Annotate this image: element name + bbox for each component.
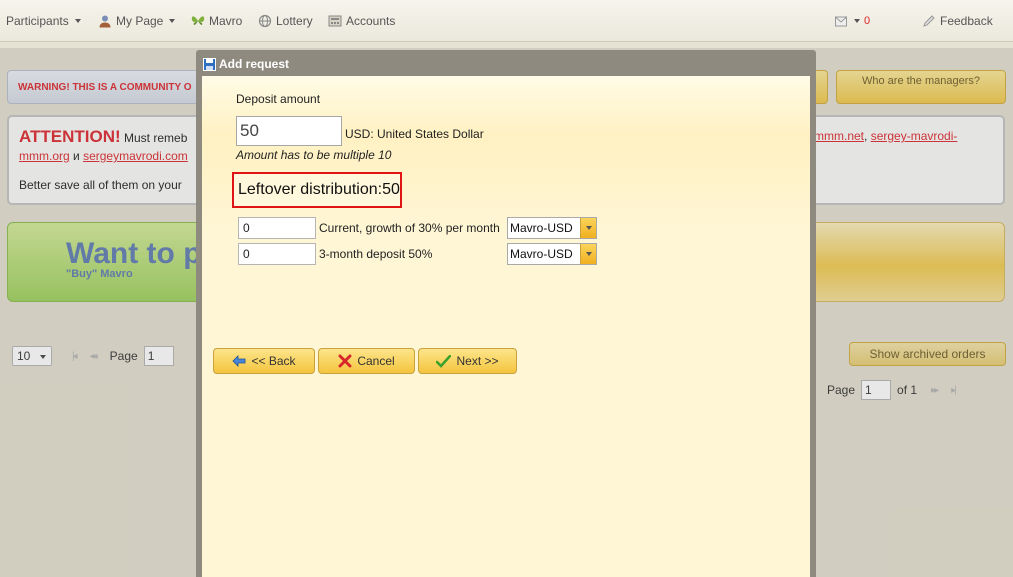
leftover-value: 50 (382, 181, 400, 198)
deposit-amount-input[interactable]: 50 (236, 116, 342, 146)
nav-accounts-label: Accounts (346, 14, 396, 28)
checkmark-icon (436, 354, 452, 368)
next-button[interactable]: Next >> (418, 348, 517, 374)
calculator-icon (328, 15, 342, 27)
nav-participants-label: Participants (6, 14, 69, 28)
dialog-body: Deposit amount 50 USD: United States Dol… (202, 76, 810, 577)
chevron-down-icon (74, 19, 81, 23)
floppy-disk-icon (203, 57, 216, 71)
nav-my-page[interactable]: My Page (98, 13, 176, 29)
envelope-icon (835, 16, 847, 27)
dialog-titlebar[interactable]: Add request (203, 55, 289, 73)
chevron-down-icon (169, 19, 176, 23)
nav-lottery-label: Lottery (276, 14, 313, 28)
top-navigation: Participants My Page Mavro Lottery Accou… (0, 0, 1013, 42)
nav-participants[interactable]: Participants (6, 13, 81, 29)
deposit-3m-amount-value: 0 (243, 247, 250, 261)
add-request-dialog: Add request Deposit amount 50 USD: Unite… (196, 50, 816, 577)
growth-30-currency-value: Mavro-USD (510, 221, 573, 235)
nav-mavro[interactable]: Mavro (191, 13, 242, 29)
deposit-3m-amount-input[interactable]: 0 (238, 243, 316, 265)
close-icon (338, 354, 352, 368)
chevron-down-icon (854, 19, 860, 23)
chevron-down-icon[interactable] (580, 218, 596, 238)
deposit-3m-label: 3-month deposit 50% (319, 247, 433, 261)
amount-hint: Amount has to be multiple 10 (236, 148, 392, 162)
arrow-left-icon (232, 355, 246, 367)
nav-accounts[interactable]: Accounts (328, 13, 395, 29)
nav-feedback[interactable]: Feedback (922, 13, 993, 29)
leftover-distribution: Leftover distribution:50 (232, 172, 402, 208)
notifications-count: 0 (864, 15, 871, 27)
butterfly-icon (191, 16, 205, 26)
leftover-label: Leftover distribution: (238, 181, 383, 198)
cancel-button-label: Cancel (357, 354, 395, 368)
back-button[interactable]: << Back (213, 348, 315, 374)
nav-mavro-label: Mavro (209, 14, 243, 28)
pencil-icon (923, 15, 935, 27)
nav-my-page-label: My Page (116, 14, 164, 28)
deposit-amount-value: 50 (240, 121, 259, 140)
growth-30-amount-input[interactable]: 0 (238, 217, 316, 239)
growth-30-amount-value: 0 (243, 221, 250, 235)
globe-icon (258, 14, 272, 28)
cancel-button[interactable]: Cancel (318, 348, 415, 374)
growth-30-label: Current, growth of 30% per month (319, 221, 500, 235)
nav-lottery[interactable]: Lottery (258, 13, 313, 29)
chevron-down-icon[interactable] (580, 244, 596, 264)
dialog-title: Add request (219, 57, 290, 71)
back-button-label: << Back (251, 354, 296, 368)
currency-label: USD: United States Dollar (345, 127, 484, 141)
nav-feedback-label: Feedback (940, 14, 993, 28)
growth-30-currency-select[interactable]: Mavro-USD (507, 217, 597, 239)
user-icon (99, 15, 111, 28)
deposit-amount-label: Deposit amount (236, 92, 321, 106)
deposit-3m-currency-select[interactable]: Mavro-USD (507, 243, 597, 265)
nav-notifications[interactable]: 0 (834, 13, 870, 29)
next-button-label: Next >> (456, 354, 499, 368)
deposit-3m-currency-value: Mavro-USD (510, 247, 573, 261)
